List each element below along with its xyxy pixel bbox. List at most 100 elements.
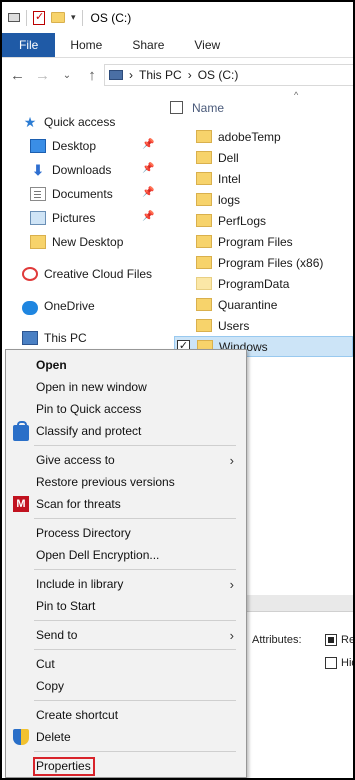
- menu-item-label: Create shortcut: [36, 708, 119, 722]
- readonly-checkbox[interactable]: [325, 634, 337, 646]
- breadcrumb-separator-2[interactable]: ›: [188, 68, 192, 82]
- list-item[interactable]: PerfLogs: [174, 210, 353, 231]
- breadcrumb-this-pc[interactable]: This PC: [139, 68, 182, 82]
- star-icon: ★: [23, 114, 37, 130]
- breadcrumb-os-c[interactable]: OS (C:): [198, 68, 239, 82]
- menu-item-label: Properties: [36, 759, 91, 773]
- forward-arrow-icon[interactable]: →: [35, 67, 50, 84]
- back-arrow-icon[interactable]: ←: [10, 67, 25, 84]
- list-item[interactable]: ProgramData: [174, 273, 353, 294]
- folder-icon: [196, 151, 212, 164]
- this-pc-icon: [22, 331, 38, 345]
- file-explorer-window: ▾ OS (C:) File Home Share View ← → ⌄ ↑ ›…: [0, 0, 355, 780]
- file-name: Quarantine: [218, 297, 278, 312]
- folder-icon: [196, 235, 212, 248]
- submenu-chevron-icon: ›: [229, 627, 234, 643]
- nav-item-creative-cloud[interactable]: Creative Cloud Files: [22, 263, 152, 285]
- nav-item-label: This PC: [44, 331, 87, 345]
- folder-icon: [196, 172, 212, 185]
- list-item[interactable]: adobeTemp: [174, 126, 353, 147]
- menu-item-pin-quick-access[interactable]: Pin to Quick access: [6, 398, 246, 420]
- list-item[interactable]: Users: [174, 315, 353, 336]
- navigation-pane: ★ Quick access Desktop 📌 ⬇ Downloads 📌 D…: [2, 92, 159, 362]
- file-name: Intel: [218, 171, 241, 186]
- select-all-checkbox[interactable]: [170, 101, 183, 114]
- pin-icon: 📌: [142, 139, 155, 150]
- menu-item-properties[interactable]: Properties: [6, 755, 246, 777]
- nav-item-this-pc[interactable]: This PC: [22, 327, 87, 349]
- file-name: ProgramData: [218, 276, 290, 291]
- list-item[interactable]: logs: [174, 189, 353, 210]
- list-item[interactable]: Quarantine: [174, 294, 353, 315]
- nav-item-downloads[interactable]: ⬇ Downloads: [30, 159, 111, 181]
- list-item[interactable]: Dell: [174, 147, 353, 168]
- file-name: Users: [218, 318, 250, 333]
- file-name: adobeTemp: [218, 129, 281, 144]
- nav-item-label: Pictures: [52, 211, 96, 225]
- breadcrumb-separator-1[interactable]: ›: [129, 68, 133, 82]
- desktop-icon: [30, 139, 46, 153]
- list-item[interactable]: Program Files: [174, 231, 353, 252]
- hidden-checkbox[interactable]: [325, 657, 337, 669]
- properties-quick-icon[interactable]: [33, 10, 45, 25]
- attributes-label: Attributes:: [252, 634, 302, 646]
- menu-item-open[interactable]: Open: [6, 354, 246, 376]
- menu-item-open-new-window[interactable]: Open in new window: [6, 376, 246, 398]
- menu-item-pin-start[interactable]: Pin to Start: [6, 595, 246, 617]
- tab-share[interactable]: Share: [117, 33, 179, 57]
- title-separator: [26, 9, 27, 26]
- menu-item-label: Pin to Start: [36, 599, 96, 613]
- menu-item-include-library[interactable]: Include in library ›: [6, 573, 246, 595]
- pin-icon: 📌: [142, 211, 155, 222]
- sort-ascending-icon: ^: [294, 90, 299, 100]
- menu-item-cut[interactable]: Cut: [6, 653, 246, 675]
- menu-item-dell-encryption[interactable]: Open Dell Encryption...: [6, 544, 246, 566]
- document-icon: [30, 187, 46, 201]
- shield-icon: [13, 729, 29, 745]
- drive-icon: [8, 13, 20, 22]
- tab-file[interactable]: File: [2, 33, 56, 57]
- folder-icon: [196, 298, 212, 311]
- list-item[interactable]: Intel: [174, 168, 353, 189]
- file-name: logs: [218, 192, 241, 207]
- column-name[interactable]: Name: [192, 101, 224, 115]
- menu-item-label: Give access to: [36, 453, 115, 467]
- menu-item-process-directory[interactable]: Process Directory: [6, 522, 246, 544]
- file-name: Program Files (x86): [218, 255, 324, 270]
- up-arrow-icon[interactable]: ↑: [85, 67, 99, 84]
- nav-item-pictures[interactable]: Pictures: [30, 207, 95, 229]
- this-pc-mini-icon: [109, 70, 123, 80]
- nav-item-documents[interactable]: Documents: [30, 183, 113, 205]
- nav-item-label: Downloads: [52, 163, 112, 177]
- menu-item-classify-protect[interactable]: Classify and protect: [6, 420, 246, 442]
- nav-item-new-desktop[interactable]: New Desktop: [30, 231, 123, 253]
- mcafee-icon: M: [13, 496, 29, 512]
- tab-view[interactable]: View: [179, 33, 235, 57]
- menu-item-give-access[interactable]: Give access to ›: [6, 449, 246, 471]
- pin-icon: 📌: [142, 187, 155, 198]
- menu-item-restore-versions[interactable]: Restore previous versions: [6, 471, 246, 493]
- menu-item-create-shortcut[interactable]: Create shortcut: [6, 704, 246, 726]
- folder-icon: [30, 235, 46, 249]
- nav-item-quick-access[interactable]: ★ Quick access: [22, 111, 116, 133]
- lock-icon: [13, 421, 29, 441]
- list-item[interactable]: Program Files (x86): [174, 252, 353, 273]
- new-folder-quick-icon[interactable]: [51, 12, 65, 23]
- menu-separator: [34, 700, 236, 701]
- customize-toolbar-dropdown-icon[interactable]: ▾: [71, 12, 76, 23]
- ribbon-tabs: File Home Share View: [2, 33, 353, 58]
- nav-item-label: Documents: [52, 187, 113, 201]
- menu-item-scan-threats[interactable]: M Scan for threats: [6, 493, 246, 515]
- file-name: Program Files: [218, 234, 293, 249]
- menu-item-copy[interactable]: Copy: [6, 675, 246, 697]
- recent-locations-chevron-icon[interactable]: ⌄: [60, 70, 74, 81]
- menu-item-send-to[interactable]: Send to ›: [6, 624, 246, 646]
- column-header: Name ^: [160, 90, 353, 122]
- tab-home[interactable]: Home: [55, 33, 117, 57]
- menu-item-delete[interactable]: Delete: [6, 726, 246, 748]
- nav-item-onedrive[interactable]: OneDrive: [22, 295, 95, 317]
- download-icon: ⬇: [32, 162, 44, 178]
- nav-item-desktop[interactable]: Desktop: [30, 135, 96, 157]
- nav-item-label: Desktop: [52, 139, 97, 153]
- address-bar[interactable]: › This PC › OS (C:): [104, 64, 353, 86]
